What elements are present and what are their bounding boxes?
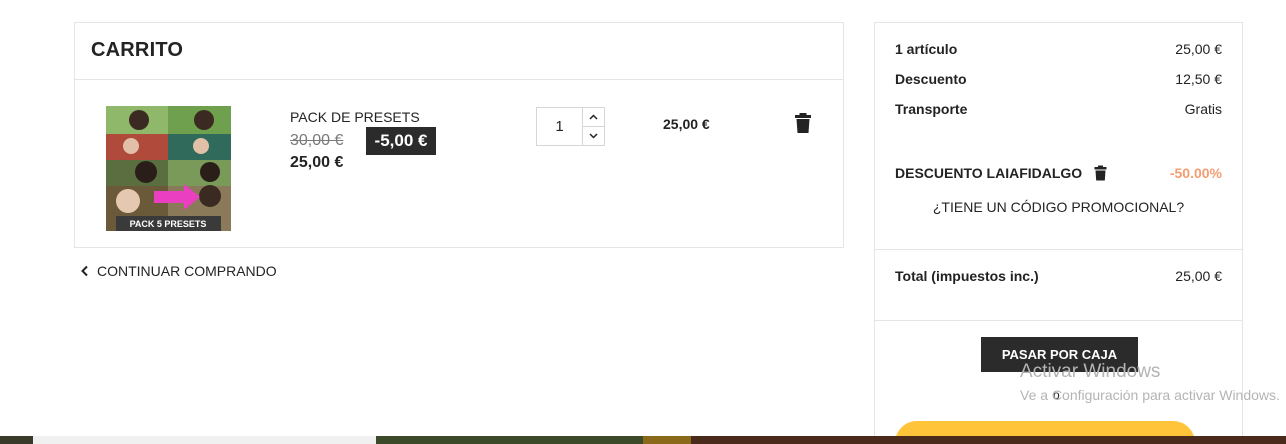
discount-value: 12,50 € <box>1175 71 1222 87</box>
cart-title: CARRITO <box>91 39 184 61</box>
trash-icon <box>795 113 811 133</box>
quantity-buttons <box>583 108 604 145</box>
promo-code-link[interactable]: ¿TIENE UN CÓDIGO PROMOCIONAL? <box>875 199 1242 215</box>
old-price: 30,00 € <box>290 132 344 149</box>
quantity-increase-button[interactable] <box>583 108 604 126</box>
checkout-button[interactable]: PASAR POR CAJA <box>981 337 1138 372</box>
cart-card: CARRITO PACK 5 PRESETS PACK DE PRESETS 3… <box>74 22 844 248</box>
continue-shopping-label: CONTINUAR COMPRANDO <box>97 263 277 279</box>
remove-item-button[interactable] <box>794 112 812 134</box>
total-value: 25,00 € <box>1175 268 1222 284</box>
product-image-caption: PACK 5 PRESETS <box>130 219 207 229</box>
summary-row-discount: Descuento 12,50 € <box>895 71 1222 87</box>
articles-value: 25,00 € <box>1175 41 1222 57</box>
discount-label: Descuento <box>895 71 967 87</box>
chevron-down-icon <box>589 133 598 139</box>
quantity-stepper <box>536 107 605 146</box>
quantity-decrease-button[interactable] <box>583 126 604 145</box>
remove-promo-trash-icon[interactable] <box>1094 165 1107 181</box>
quantity-input[interactable] <box>537 108 583 145</box>
promo-row: DESCUENTO LAIAFIDALGO -50.00% <box>895 165 1222 181</box>
summary-divider <box>875 249 1242 250</box>
taskbar <box>0 436 1286 444</box>
summary-row-articles: 1 artículo 25,00 € <box>895 41 1222 57</box>
shipping-value: Gratis <box>1184 101 1222 117</box>
new-price: 25,00 € <box>290 154 344 171</box>
product-image[interactable]: PACK 5 PRESETS <box>106 106 231 231</box>
summary-divider <box>875 320 1242 321</box>
promo-name: DESCUENTO LAIAFIDALGO <box>895 165 1083 181</box>
line-total: 25,00 € <box>663 116 710 132</box>
summary-row-shipping: Transporte Gratis <box>895 101 1222 117</box>
order-summary: 1 artículo 25,00 € Descuento 12,50 € Tra… <box>874 22 1243 444</box>
promo-name-group: DESCUENTO LAIAFIDALGO <box>895 165 1107 181</box>
shipping-label: Transporte <box>895 101 968 117</box>
cart-header: CARRITO <box>75 23 843 80</box>
or-separator: o <box>1053 388 1060 402</box>
articles-label: 1 artículo <box>895 41 958 57</box>
discount-badge: -5,00 € <box>366 127 436 155</box>
chevron-up-icon <box>589 114 598 120</box>
chevron-left-icon <box>81 265 88 277</box>
total-label: Total (impuestos inc.) <box>895 268 1039 284</box>
continue-shopping-link[interactable]: CONTINUAR COMPRANDO <box>80 263 277 279</box>
product-name[interactable]: PACK DE PRESETS <box>290 109 420 125</box>
summary-row-total: Total (impuestos inc.) 25,00 € <box>895 268 1222 284</box>
promo-value: -50.00% <box>1169 165 1222 181</box>
